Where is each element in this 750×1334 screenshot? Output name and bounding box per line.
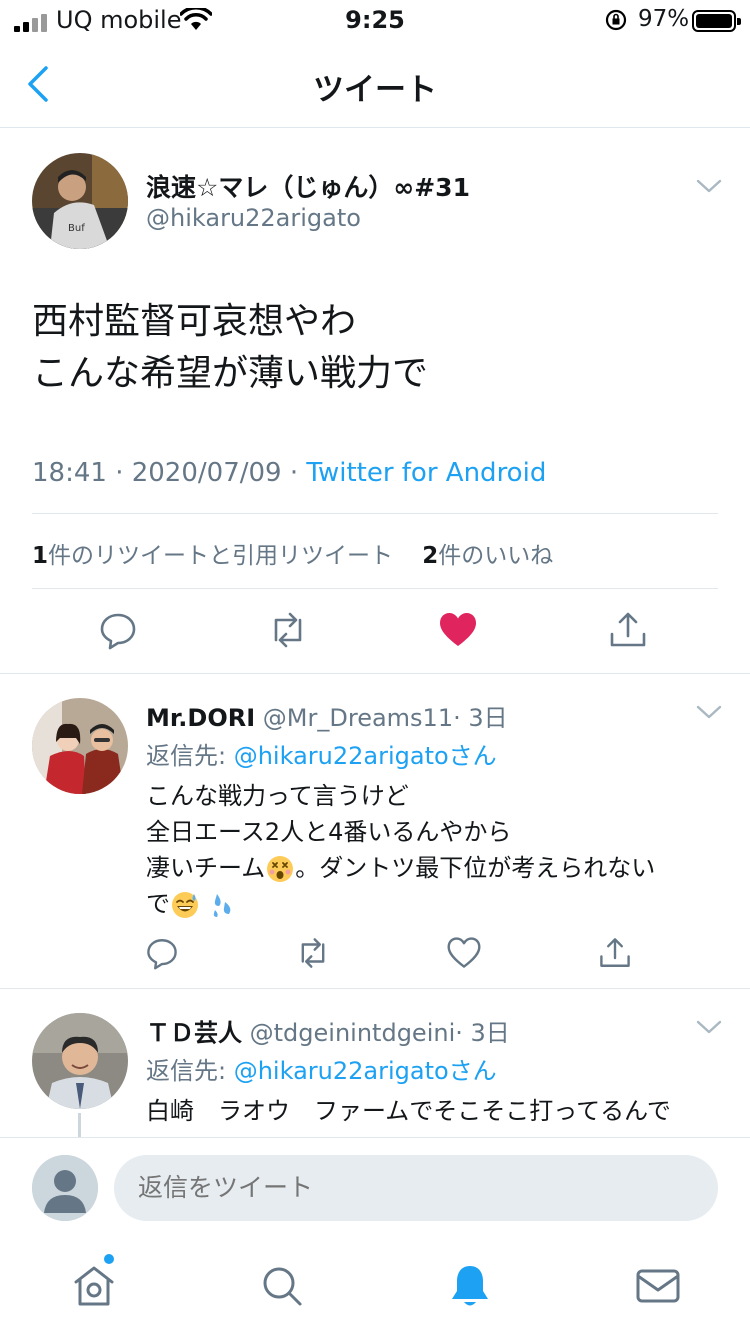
status-bar: UQ mobile 9:25 97% bbox=[0, 0, 750, 42]
like-stat[interactable]: 2件のいいね bbox=[422, 543, 553, 569]
like-heart-icon[interactable] bbox=[438, 610, 478, 650]
reply-tweet[interactable]: Mr.DORI @Mr_Dreams11· 3日 返信先: @hikaru22a… bbox=[0, 674, 750, 989]
chevron-down-icon[interactable] bbox=[696, 704, 722, 720]
retweet-icon[interactable] bbox=[268, 610, 308, 650]
messages-icon[interactable] bbox=[634, 1262, 682, 1310]
reply-text-line: 白崎 ラオウ ファームでそこそこ打ってるんで bbox=[146, 1097, 671, 1125]
astonished-face-emoji-icon bbox=[267, 856, 294, 882]
share-icon[interactable] bbox=[598, 936, 632, 970]
tab-bar bbox=[0, 1240, 750, 1334]
reply-text-line: で bbox=[146, 886, 655, 922]
page-title: ツイート bbox=[313, 72, 437, 108]
tweet-text-line: 西村監督可哀想やわ bbox=[32, 301, 357, 342]
notifications-icon[interactable] bbox=[446, 1262, 494, 1310]
user-handle[interactable]: @hikaru22arigato bbox=[146, 204, 361, 232]
chevron-down-icon[interactable] bbox=[696, 178, 722, 194]
avatar[interactable] bbox=[32, 1013, 128, 1109]
sweat-smile-emoji-icon bbox=[172, 892, 198, 918]
battery-icon bbox=[692, 10, 741, 32]
avatar[interactable] bbox=[32, 1155, 98, 1221]
reply-to: 返信先: @hikaru22arigatoさん bbox=[146, 1057, 497, 1085]
tweet-stats: 1件のリツイートと引用リツイート 2件のいいね bbox=[32, 536, 553, 570]
reply-to: 返信先: @hikaru22arigatoさん bbox=[146, 742, 497, 770]
tweet-text: 西村監督可哀想やわ こんな希望が薄い戦力で bbox=[32, 296, 428, 400]
display-name[interactable]: ＴＤ芸人 bbox=[146, 1019, 242, 1047]
reply-text: こんな戦力って言うけど 全日エース2人と4番いるんやから 凄いチーム 。ダントツ最… bbox=[146, 778, 655, 922]
sweat-droplets-emoji-icon bbox=[213, 894, 230, 917]
reply-compose-bar bbox=[0, 1137, 750, 1240]
home-icon[interactable] bbox=[70, 1262, 118, 1310]
reply-input[interactable] bbox=[114, 1155, 718, 1221]
reply-to-link[interactable]: @hikaru22arigatoさん bbox=[234, 1057, 497, 1085]
search-icon[interactable] bbox=[258, 1262, 306, 1310]
share-icon[interactable] bbox=[608, 610, 648, 650]
display-name[interactable]: 浪速☆マレ（じゅん）∞#31 bbox=[146, 168, 470, 204]
reply-text-line: こんな戦力って言うけど bbox=[146, 782, 409, 810]
tweet-text-line: こんな希望が薄い戦力で bbox=[32, 353, 429, 394]
user-handle[interactable]: @Mr_Dreams11 bbox=[263, 704, 453, 732]
tweet-age: · 3日 bbox=[453, 704, 508, 732]
svg-text:Buf: Buf bbox=[68, 223, 85, 234]
tweet-timestamp: 18:41 · 2020/07/09 · bbox=[32, 458, 307, 488]
reply-icon[interactable] bbox=[98, 610, 138, 650]
chevron-down-icon[interactable] bbox=[696, 1019, 722, 1035]
reply-text: 白崎 ラオウ ファームでそこそこ打ってるんで bbox=[146, 1093, 671, 1129]
thread-line bbox=[78, 1113, 81, 1137]
like-heart-icon[interactable] bbox=[447, 936, 481, 970]
reply-header: ＴＤ芸人 @tdgeinintdgeini· 3日 bbox=[146, 1013, 510, 1048]
tweet-meta: 18:41 · 2020/07/09 · Twitter for Android bbox=[32, 458, 546, 488]
divider bbox=[32, 513, 718, 514]
rotation-lock-icon bbox=[605, 9, 627, 31]
user-handle[interactable]: @tdgeinintdgeini bbox=[250, 1019, 456, 1047]
reply-icon[interactable] bbox=[145, 936, 179, 970]
avatar[interactable] bbox=[32, 698, 128, 794]
reply-text-line: 全日エース2人と4番いるんやから bbox=[146, 818, 512, 846]
reply-tweet[interactable]: ＴＤ芸人 @tdgeinintdgeini· 3日 返信先: @hikaru22… bbox=[0, 989, 750, 1137]
display-name[interactable]: Mr.DORI bbox=[146, 704, 255, 732]
reply-text-line: 凄いチーム 。ダントツ最下位が考えられない bbox=[146, 854, 656, 882]
notification-dot bbox=[104, 1254, 114, 1264]
nav-bar: ツイート bbox=[0, 42, 750, 128]
main-tweet: Buf 浪速☆マレ（じゅん）∞#31 @hikaru22arigato 西村監督… bbox=[0, 128, 750, 674]
avatar[interactable]: Buf bbox=[32, 153, 128, 249]
divider bbox=[32, 588, 718, 589]
battery-percent: 97% bbox=[638, 6, 690, 32]
retweet-stat[interactable]: 1件のリツイートと引用リツイート bbox=[32, 543, 393, 569]
reply-header: Mr.DORI @Mr_Dreams11· 3日 bbox=[146, 698, 508, 733]
tweet-age: · 3日 bbox=[455, 1019, 510, 1047]
reply-to-link[interactable]: @hikaru22arigatoさん bbox=[234, 742, 497, 770]
retweet-icon[interactable] bbox=[296, 936, 330, 970]
tweet-source-link[interactable]: Twitter for Android bbox=[306, 458, 546, 488]
